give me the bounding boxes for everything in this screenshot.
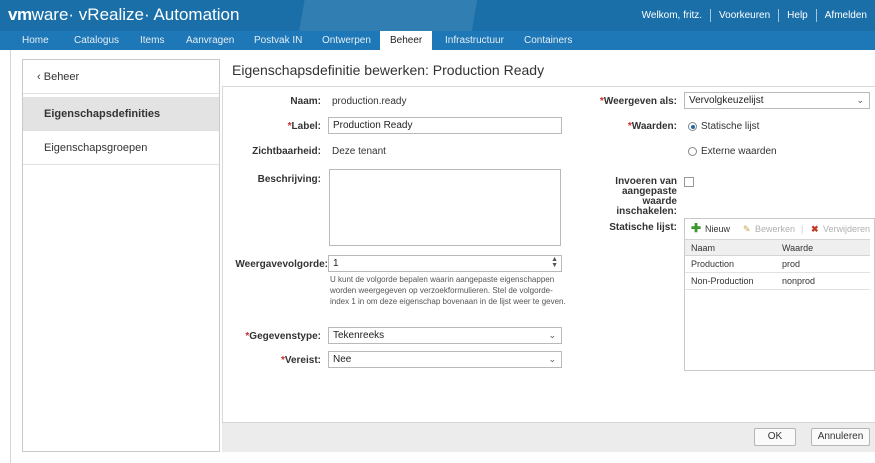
cell-name: Production (691, 259, 735, 269)
custom-value-checkbox[interactable] (684, 177, 694, 187)
cancel-button[interactable]: Annuleren (811, 428, 870, 446)
logout-link[interactable]: Afmelden (817, 10, 875, 21)
static-list-grid: ✚ Nieuw ✎ Bewerken | ✖ Verwijderen Naam … (684, 218, 875, 371)
datatype-select[interactable]: Tekenreeks ⌄ (328, 327, 562, 344)
chevron-down-icon: ⌄ (856, 95, 864, 105)
custom-value-label: Invoeren van aangepaste waarde inschakel… (615, 176, 677, 217)
preferences-link[interactable]: Voorkeuren (711, 10, 778, 21)
sidebar-item-property-groups[interactable]: Eigenschapsgroepen (23, 131, 219, 165)
toolbar-separator: | (801, 224, 804, 234)
brand-title: ware· vRealize· Automation (31, 5, 240, 24)
sidebar-item-label: Eigenschapsgroepen (44, 142, 148, 154)
header-bar: vmware· vRealize· Automation Welkom, fri… (0, 0, 875, 31)
static-list-label: Statische lijst: (609, 222, 677, 233)
name-value: production.ready (332, 96, 407, 107)
table-row[interactable]: Production prod (685, 256, 870, 273)
app-window: vmware· vRealize· Automation Welkom, fri… (0, 0, 875, 463)
welcome-text: Welkom, fritz. (641, 10, 703, 21)
table-row[interactable]: Non-Production nonprod (685, 273, 870, 290)
cell-value: nonprod (782, 276, 816, 286)
tab-containers[interactable]: Containers (524, 31, 572, 50)
tab-designs[interactable]: Ontwerpen (322, 31, 371, 50)
column-header-value[interactable]: Waarde (782, 243, 813, 253)
content-border (10, 50, 11, 463)
order-label: Weergavevolgorde: (235, 259, 328, 270)
grid-header: Naam Waarde (685, 239, 870, 256)
grid-toolbar: ✚ Nieuw ✎ Bewerken | ✖ Verwijderen (685, 219, 875, 239)
external-values-option-label: Externe waarden (701, 146, 777, 157)
sidebar-back-label: Beheer (43, 71, 80, 83)
order-input[interactable]: 1 ▲ ▼ (328, 255, 562, 272)
required-value: Nee (333, 354, 352, 365)
label-input[interactable]: Production Ready (328, 117, 562, 134)
brand-vm: vm (8, 5, 32, 24)
chevron-down-icon: ⌄ (548, 330, 556, 340)
plus-icon: ✚ (691, 221, 702, 235)
brand-logo: vmware· vRealize· Automation (8, 5, 239, 25)
description-input[interactable] (329, 169, 561, 246)
required-label: *Vereist: (280, 355, 321, 366)
description-label: Beschrijving: (257, 174, 321, 185)
sidebar-back-link[interactable]: ‹ Beheer (23, 60, 219, 94)
chevron-left-icon: ‹ (37, 71, 44, 83)
tab-administration[interactable]: Beheer (380, 31, 433, 50)
main-nav: Home Catalogus Items Aanvragen Postvak I… (0, 31, 875, 50)
display-as-select[interactable]: Vervolgkeuzelijst ⌄ (684, 92, 870, 109)
pencil-icon: ✎ (743, 224, 751, 234)
delete-icon: ✖ (811, 224, 819, 234)
static-list-option-label: Statische lijst (701, 121, 760, 132)
column-header-name[interactable]: Naam (691, 243, 715, 253)
sidebar-item-property-definitions[interactable]: Eigenschapsdefinities (23, 97, 219, 131)
user-links: Welkom, fritz. Voorkeuren Help Afmelden (634, 0, 875, 31)
display-as-value: Vervolgkeuzelijst (689, 95, 764, 106)
tab-home[interactable]: Home (22, 31, 49, 50)
cell-value: prod (782, 259, 801, 269)
page-title: Eigenschapsdefinitie bewerken: Productio… (232, 62, 545, 78)
tab-inbox[interactable]: Postvak IN (254, 31, 302, 50)
external-values-radio[interactable] (688, 147, 697, 156)
visibility-label: Zichtbaarheid: (252, 146, 321, 157)
sidebar-item-label: Eigenschapsdefinities (44, 108, 161, 120)
datatype-label: *Gegevenstype: (245, 331, 321, 342)
delete-button[interactable]: Verwijderen (823, 224, 870, 234)
ok-button[interactable]: OK (754, 428, 796, 446)
tab-infrastructure[interactable]: Infrastructuur (445, 31, 504, 50)
visibility-value: Deze tenant (332, 146, 386, 157)
label-label: *Label: (287, 121, 321, 132)
static-list-radio[interactable] (688, 122, 697, 131)
tab-catalog[interactable]: Catalogus (74, 31, 119, 50)
spinner-icon[interactable]: ▲ ▼ (551, 256, 558, 269)
cell-name: Non-Production (691, 276, 754, 286)
name-label: Naam: (290, 96, 321, 107)
values-label: *Waarden: (627, 121, 677, 132)
display-as-label: *Weergeven als: (599, 96, 677, 107)
edit-button[interactable]: Bewerken (755, 224, 795, 234)
tab-items[interactable]: Items (140, 31, 164, 50)
tab-requests[interactable]: Aanvragen (186, 31, 234, 50)
help-link[interactable]: Help (779, 10, 816, 21)
new-button[interactable]: Nieuw (705, 224, 730, 234)
order-help-text: U kunt de volgorde bepalen waarin aangep… (330, 275, 566, 306)
chevron-down-icon: ⌄ (548, 354, 556, 364)
required-select[interactable]: Nee ⌄ (328, 351, 562, 368)
order-value: 1 (333, 258, 339, 269)
datatype-value: Tekenreeks (333, 330, 385, 341)
sidebar: ‹ Beheer Eigenschapsdefinities Eigenscha… (22, 59, 220, 452)
